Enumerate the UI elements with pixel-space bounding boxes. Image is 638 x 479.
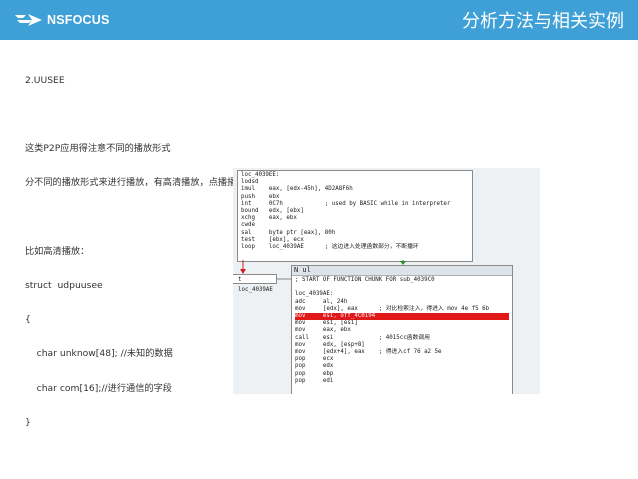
text-line: } [25,416,31,428]
asm-line: ; START OF FUNCTION CHUNK FOR sub_4039C0 [295,277,435,283]
asm-listing: ; START OF FUNCTION CHUNK FOR sub_4039C0… [292,276,512,386]
asm-line: mov [edx], eax ; 对比检索注入，得进入 mov 4e f5 6b [295,305,490,312]
title-bar: NSFOCUS 分析方法与相关实例 [0,0,638,40]
nsfocus-logo: NSFOCUS [14,11,110,29]
asm-line: pop ecx [295,356,334,363]
asm-line: mov [edx+4], eax ; 得进入cf 76 a2 5e [295,349,442,356]
asm-line: adc al, 24h [295,298,348,305]
asm-line: pop edx [295,363,334,370]
asm-line: mov esi, off_4C0194 [295,313,509,321]
logo-icon [15,14,42,26]
asm-line: pop ebp [295,370,334,377]
asm-line: pop edi [295,377,334,384]
text-line: 这类P2P应用得注意不同的播放形式 [25,143,171,155]
asm-line: mov eax, ebx [295,327,351,334]
logo-text: NSFOCUS [47,13,110,27]
page-title: 分析方法与相关实例 [462,11,624,32]
disassembly-screenshot: loc_4039EE: lodsd imul eax, [edx-45h], 4D2… [233,168,540,394]
asm-line: loc_4039AE: [295,291,334,298]
asm-line [295,284,509,291]
code-block-main: N ul ; START OF FUNCTION CHUNK FOR sub_4… [291,265,513,394]
block-titlebar: N ul [292,266,512,276]
text-line: 2.UUSEE [25,74,65,86]
asm-line: mov edx, [esp+8] [295,341,365,348]
code-block-side: t loc_4039AE [233,274,277,293]
text-line [25,109,448,120]
asm-line: mov esi, [esi] [295,320,358,327]
asm-line: call esi ; 4015cc函数调用 [295,334,430,341]
